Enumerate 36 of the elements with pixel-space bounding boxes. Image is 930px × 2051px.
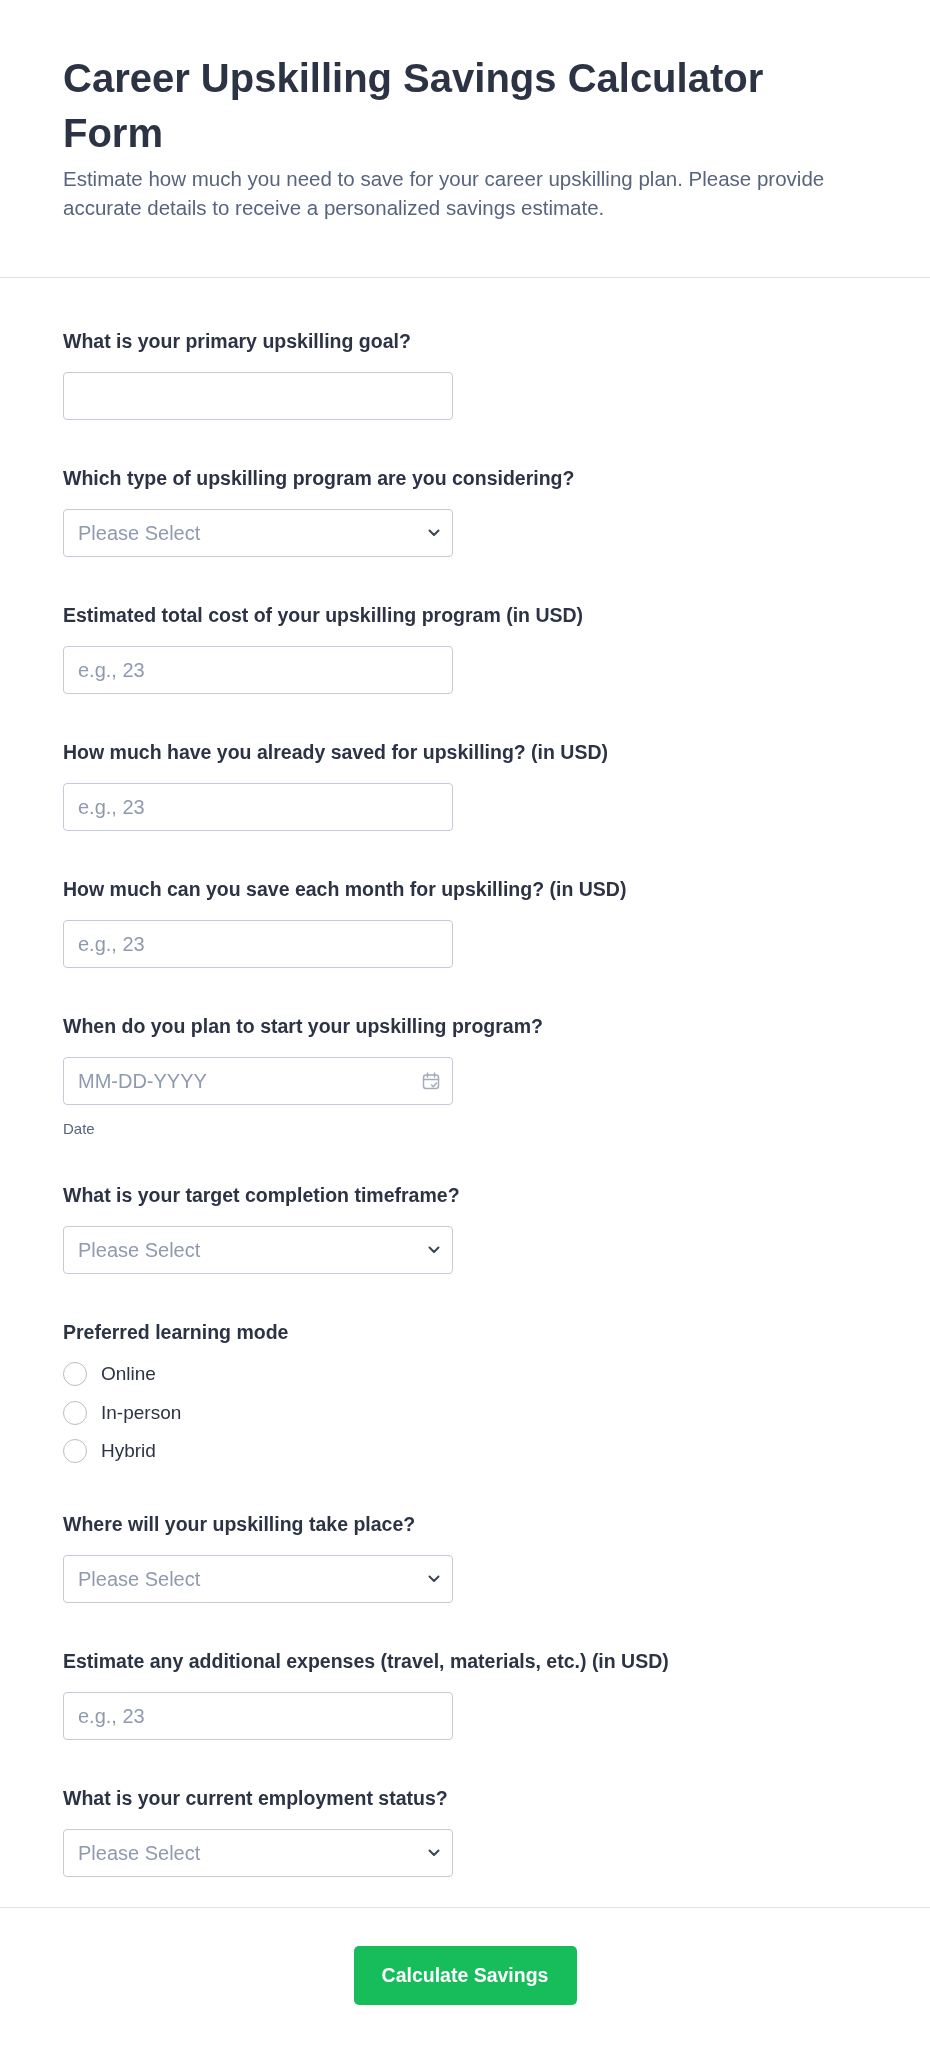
radio-button[interactable] <box>63 1400 87 1425</box>
field-label: Estimate any additional expenses (travel, materials, etc.) (in USD) <box>63 1649 669 1673</box>
field-label: What is your primary upskilling goal? <box>63 329 411 353</box>
text-input[interactable]: e.g., 23 <box>63 920 453 968</box>
radio-button[interactable] <box>63 1362 87 1386</box>
chevron-down-icon <box>428 1246 440 1254</box>
field-label: When do you plan to start your upskilling program? <box>63 1014 543 1038</box>
text-input[interactable] <box>63 372 453 420</box>
dropdown[interactable]: Please Select <box>63 1829 453 1877</box>
calculate-button[interactable]: Calculate Savings <box>353 1946 577 2005</box>
field-label: How much can you save each month for upskilling? (in USD) <box>63 877 627 901</box>
text-input[interactable]: e.g., 23 <box>63 783 453 831</box>
dropdown[interactable]: Please Select <box>63 509 453 557</box>
dropdown[interactable]: Please Select <box>63 1226 453 1274</box>
date-field[interactable]: MM-DD-YYYY <box>63 1057 453 1105</box>
calendar-icon <box>422 1072 440 1090</box>
field-label: Which type of upskilling program are you considering? <box>63 466 575 490</box>
radio-label: Hybrid <box>101 1439 156 1463</box>
field-label: How much have you already saved for upskilling? (in USD) <box>63 740 609 764</box>
chevron-down-icon <box>428 1575 440 1583</box>
field-label: What is your current employment status? <box>63 1786 448 1810</box>
dropdown[interactable]: Please Select <box>63 1555 453 1603</box>
field-hint: Date <box>63 1120 95 1138</box>
field-label: Preferred learning mode <box>63 1320 289 1344</box>
text-input[interactable]: e.g., 23 <box>63 1692 453 1740</box>
field-label: Where will your upskilling take place? <box>63 1512 416 1536</box>
chevron-down-icon <box>428 529 440 537</box>
radio-label: Online <box>101 1362 156 1386</box>
form-title: Career Upskilling Savings Calculator Form <box>63 55 765 157</box>
chevron-down-icon <box>428 1849 440 1857</box>
text-input[interactable]: e.g., 23 <box>63 646 453 694</box>
radio-label: In-person <box>101 1400 182 1425</box>
field-label: Estimated total cost of your upskilling program (in USD) <box>63 603 584 627</box>
field-label: What is your target completion timeframe? <box>63 1183 460 1207</box>
radio-button[interactable] <box>63 1439 87 1463</box>
form-description: Estimate how much you need to save for your career upskilling plan. Please provide accurate details to receive a personalized savings estimate. <box>63 166 826 221</box>
